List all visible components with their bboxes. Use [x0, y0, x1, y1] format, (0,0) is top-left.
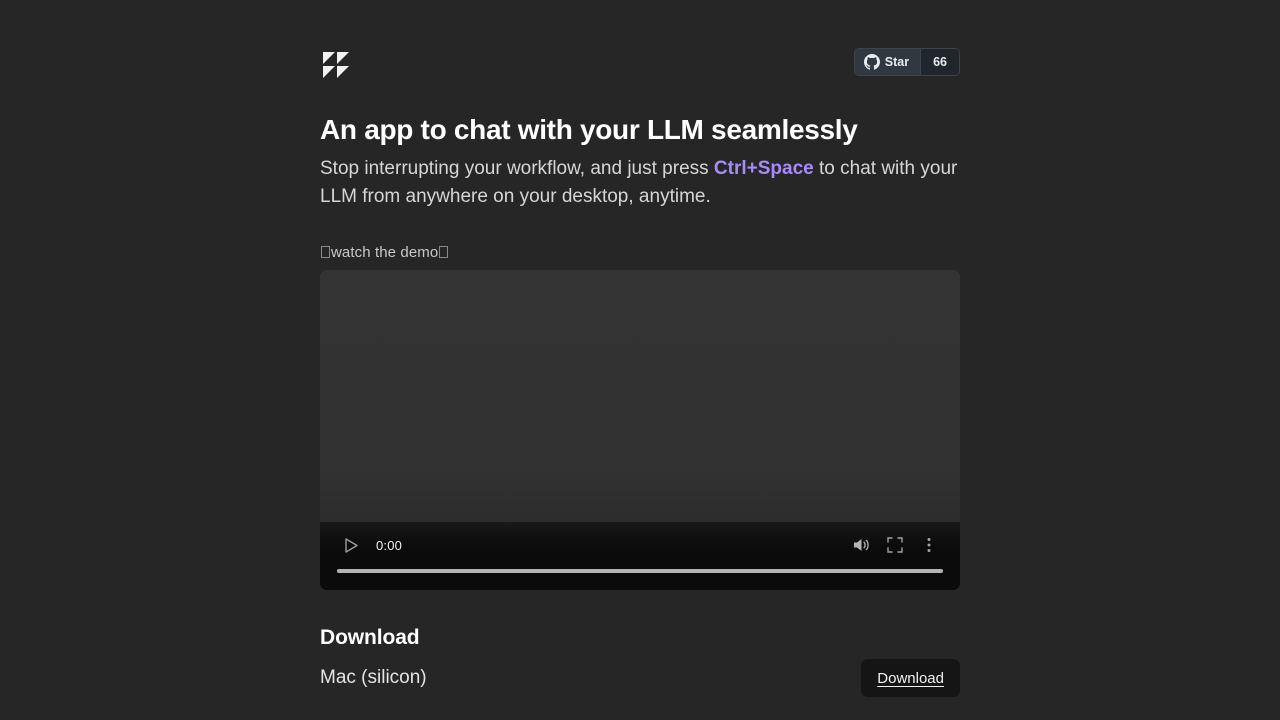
landing-page: Star 66 An app to chat with your LLM sea… — [0, 0, 1280, 720]
demo-video-player[interactable]: 0:00 — [320, 270, 960, 590]
nullscape-logo-icon[interactable] — [320, 48, 352, 80]
video-control-bar: 0:00 — [320, 522, 960, 590]
site-header: Star 66 — [320, 0, 960, 100]
github-star-button[interactable]: Star — [854, 49, 921, 75]
page-title: An app to chat with your LLM seamlessly — [320, 114, 858, 145]
kebab-menu-icon[interactable] — [912, 530, 946, 560]
missing-glyph-icon — [321, 246, 330, 258]
github-star-badge[interactable]: Star 66 — [853, 48, 960, 76]
github-icon — [863, 54, 880, 70]
download-heading: Download — [320, 626, 420, 649]
content-container: Star 66 An app to chat with your LLM sea… — [320, 0, 960, 720]
hero-subtitle: Stop interrupting your workflow, and jus… — [320, 155, 960, 211]
video-controls-row: 0:00 — [320, 528, 960, 562]
volume-icon[interactable] — [844, 530, 878, 560]
play-icon[interactable] — [334, 530, 368, 560]
download-row-linux-windows: Linux & Windows Coming soon — [320, 706, 960, 720]
missing-glyph-icon — [439, 246, 449, 258]
watch-demo-text: watch the demo — [331, 244, 439, 261]
download-row-mac: Mac (silicon) Download — [320, 650, 960, 706]
download-button-mac[interactable]: Download — [861, 659, 960, 697]
github-star-label: Star — [884, 54, 910, 69]
github-star-count[interactable]: 66 — [920, 49, 959, 75]
fullscreen-icon[interactable] — [878, 530, 912, 560]
video-progress-bar[interactable] — [337, 569, 943, 573]
shortcut-highlight: Ctrl+Space — [713, 158, 814, 179]
video-current-time: 0:00 — [376, 537, 403, 553]
platform-label: Mac (silicon) — [320, 667, 427, 688]
hero-subtitle-before: Stop interrupting your workflow, and jus… — [320, 158, 714, 179]
watch-demo-label: watch the demo — [320, 244, 960, 261]
